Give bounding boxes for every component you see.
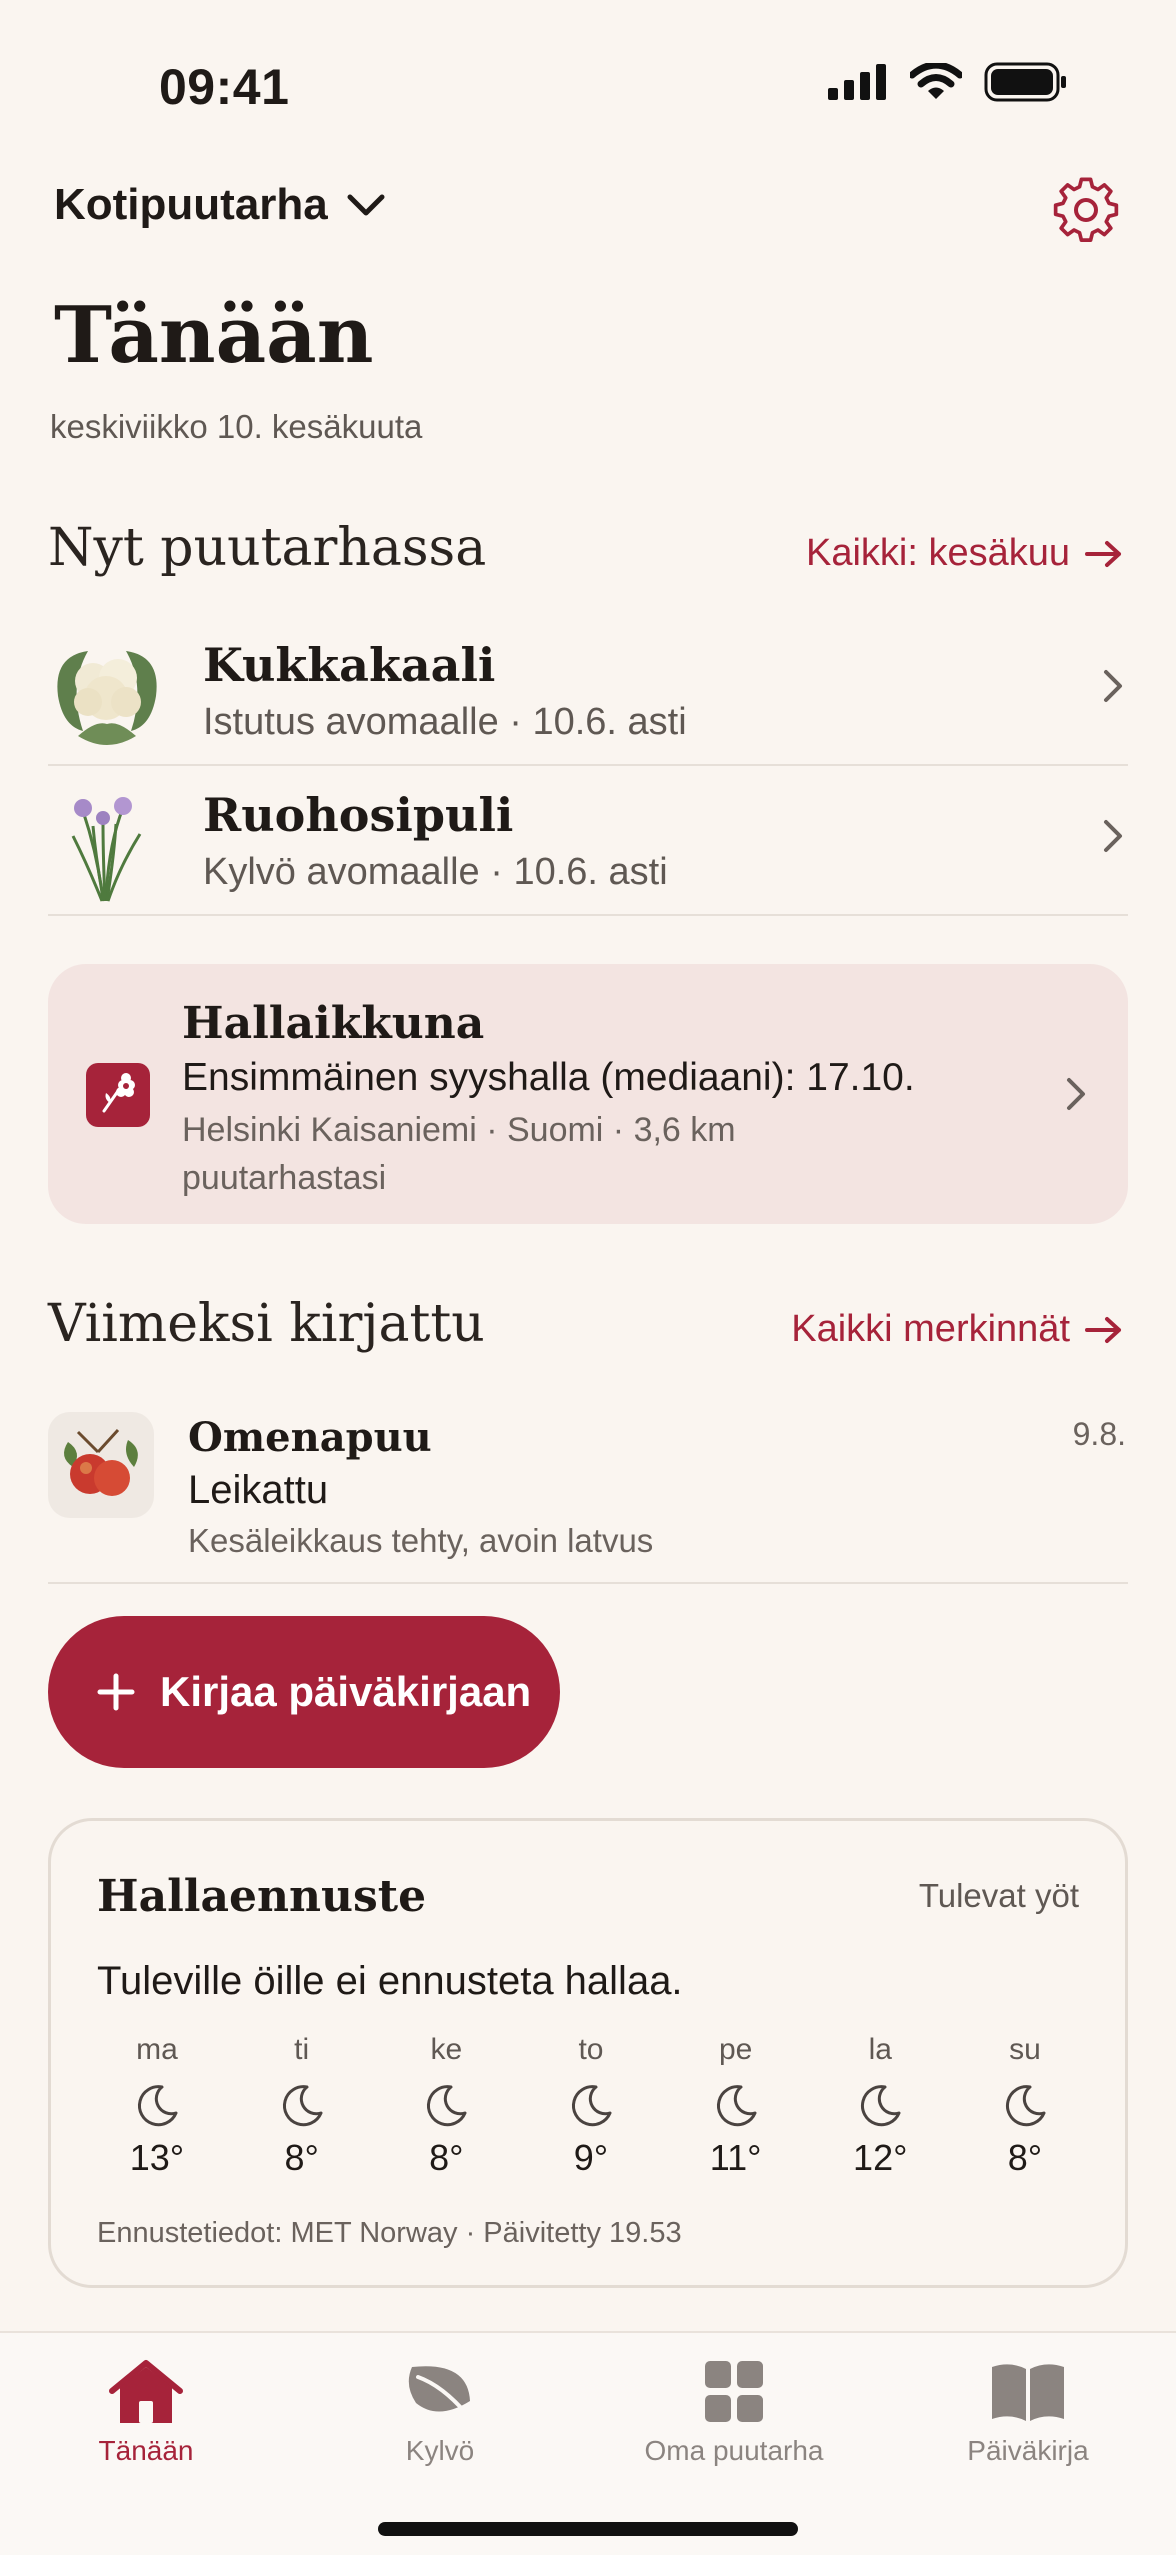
arrow-right-icon — [1085, 1316, 1121, 1343]
entry-action: Leikattu — [188, 1468, 329, 1512]
status-time: 09:41 — [159, 59, 290, 115]
frost-flower-icon — [86, 1063, 150, 1127]
forecast-temp: 13° — [129, 2137, 185, 2178]
forecast-day-name: ma — [136, 2033, 178, 2066]
forecast-day-name: ti — [294, 2033, 310, 2066]
plant-row-chives[interactable]: Ruohosipuli Kylvö avomaalle · 10.6. asti — [48, 766, 1128, 916]
chevron-right-icon — [1104, 820, 1122, 852]
frost-window-card[interactable]: Hallaikkuna Ensimmäinen syyshalla (media… — [48, 964, 1128, 1224]
tab-journal[interactable]: Päiväkirja — [898, 2357, 1158, 2467]
cauliflower-image — [57, 651, 157, 745]
plus-icon — [97, 1673, 135, 1711]
all-june-link-label: Kaikki: kesäkuu — [805, 532, 1070, 574]
all-june-link[interactable]: Kaikki: kesäkuu — [806, 532, 1124, 575]
apple-tree-image — [48, 1412, 154, 1518]
moon-icon — [427, 2085, 467, 2127]
status-icons — [828, 62, 1068, 102]
forecast-day: la 12° — [820, 2033, 940, 2179]
forecast-day: ti 8° — [242, 2033, 362, 2179]
all-entries-link-label: Kaikki merkinnät — [791, 1308, 1070, 1350]
chevron-right-icon — [1067, 1078, 1085, 1110]
book-icon — [992, 2364, 1064, 2421]
plant-row-cauliflower[interactable]: Kukkakaali Istutus avomaalle · 10.6. ast… — [48, 616, 1128, 766]
forecast-day: ke 8° — [386, 2033, 506, 2179]
forecast-title: Hallaennuste — [97, 1871, 427, 1922]
forecast-day-name: la — [868, 2033, 892, 2066]
forecast-temp: 8° — [1007, 2137, 1043, 2178]
all-entries-link[interactable]: Kaikki merkinnät — [791, 1308, 1124, 1351]
chives-image — [71, 797, 142, 902]
signal-icon — [828, 64, 886, 100]
moon-icon — [282, 2085, 323, 2127]
forecast-day-name: pe — [718, 2033, 753, 2066]
frost-forecast-card: Hallaennuste Tulevat yöt Tuleville öille… — [48, 1818, 1128, 2288]
section-title-recent: Viimeksi kirjattu — [48, 1294, 485, 1354]
wifi-icon — [910, 63, 962, 99]
frost-window-date: Ensimmäinen syyshalla (mediaani): 17.10. — [182, 1056, 915, 1099]
forecast-day: su 8° — [965, 2033, 1085, 2179]
moon-icon — [861, 2085, 901, 2127]
forecast-temp: 9° — [573, 2137, 609, 2178]
entry-plant: Omenapuu — [188, 1414, 432, 1461]
forecast-temp: 8° — [284, 2137, 319, 2178]
chevron-down-icon — [347, 194, 385, 216]
moon-icon — [1005, 2085, 1046, 2127]
log-to-journal-button[interactable]: Kirjaa päiväkirjaan — [48, 1616, 560, 1768]
forecast-day: to 9° — [531, 2033, 651, 2179]
moon-icon — [571, 2085, 612, 2127]
frost-window-title: Hallaikkuna — [182, 998, 485, 1049]
garden-name: Kotipuutarha — [54, 180, 328, 229]
plant-name: Kukkakaali — [203, 638, 496, 692]
battery-icon — [984, 62, 1066, 102]
arrow-right-icon — [1085, 540, 1121, 567]
forecast-temp: 8° — [429, 2137, 464, 2178]
grid-icon — [705, 2361, 763, 2422]
forecast-temp: 11° — [709, 2137, 762, 2178]
tab-label: Kylvö — [405, 2435, 475, 2466]
forecast-tag: Tulevat yöt — [918, 1877, 1079, 1914]
page-date: keskiviikko 10. kesäkuuta — [50, 408, 423, 445]
forecast-message: Tuleville öille ei ennusteta hallaa. — [97, 1959, 683, 2003]
gear-icon[interactable] — [1052, 176, 1120, 244]
tab-my-garden[interactable]: Oma puutarha — [604, 2357, 864, 2467]
tab-label: Päiväkirja — [967, 2435, 1089, 2466]
leaf-icon — [408, 2366, 476, 2425]
chevron-right-icon — [1104, 670, 1122, 702]
forecast-day-name: ke — [430, 2033, 463, 2066]
entry-date: 9.8. — [1072, 1416, 1126, 1452]
tab-sowing[interactable]: Kylvö — [310, 2357, 570, 2467]
forecast-day: pe 11° — [676, 2033, 796, 2179]
home-indicator[interactable] — [378, 2522, 798, 2536]
plant-subtitle: Kylvö avomaalle · 10.6. asti — [203, 851, 668, 893]
journal-entry-row[interactable]: Omenapuu Leikattu Kesäleikkaus tehty, av… — [48, 1396, 1128, 1584]
home-icon — [109, 2360, 183, 2423]
frost-window-station: Helsinki Kaisaniemi · Suomi · 3,6 km puu… — [182, 1111, 736, 1197]
forecast-day-name: to — [578, 2033, 604, 2066]
garden-selector[interactable]: Kotipuutarha — [54, 180, 386, 230]
plant-subtitle: Istutus avomaalle · 10.6. asti — [203, 701, 687, 743]
section-title-now: Nyt puutarhassa — [48, 518, 487, 578]
tab-today[interactable]: Tänään — [16, 2357, 276, 2467]
moon-icon — [138, 2085, 178, 2127]
forecast-source: Ennustetiedot: MET Norway · Päivitetty 1… — [97, 2217, 682, 2249]
forecast-days: ma 13° ti 8° ke 8° to 9° pe 11° la 12° s… — [97, 2033, 1085, 2179]
plant-name: Ruohosipuli — [203, 788, 514, 842]
forecast-temp: 12° — [853, 2137, 908, 2178]
page-title: Tänään — [54, 290, 374, 381]
entry-note: Kesäleikkaus tehty, avoin latvus — [188, 1522, 654, 1559]
forecast-day: ma 13° — [97, 2033, 217, 2179]
moon-icon — [716, 2085, 757, 2127]
forecast-day-name: su — [1009, 2033, 1041, 2066]
tab-label: Oma puutarha — [644, 2435, 824, 2466]
log-button-label: Kirjaa päiväkirjaan — [160, 1668, 532, 1715]
tab-label: Tänään — [98, 2435, 194, 2466]
